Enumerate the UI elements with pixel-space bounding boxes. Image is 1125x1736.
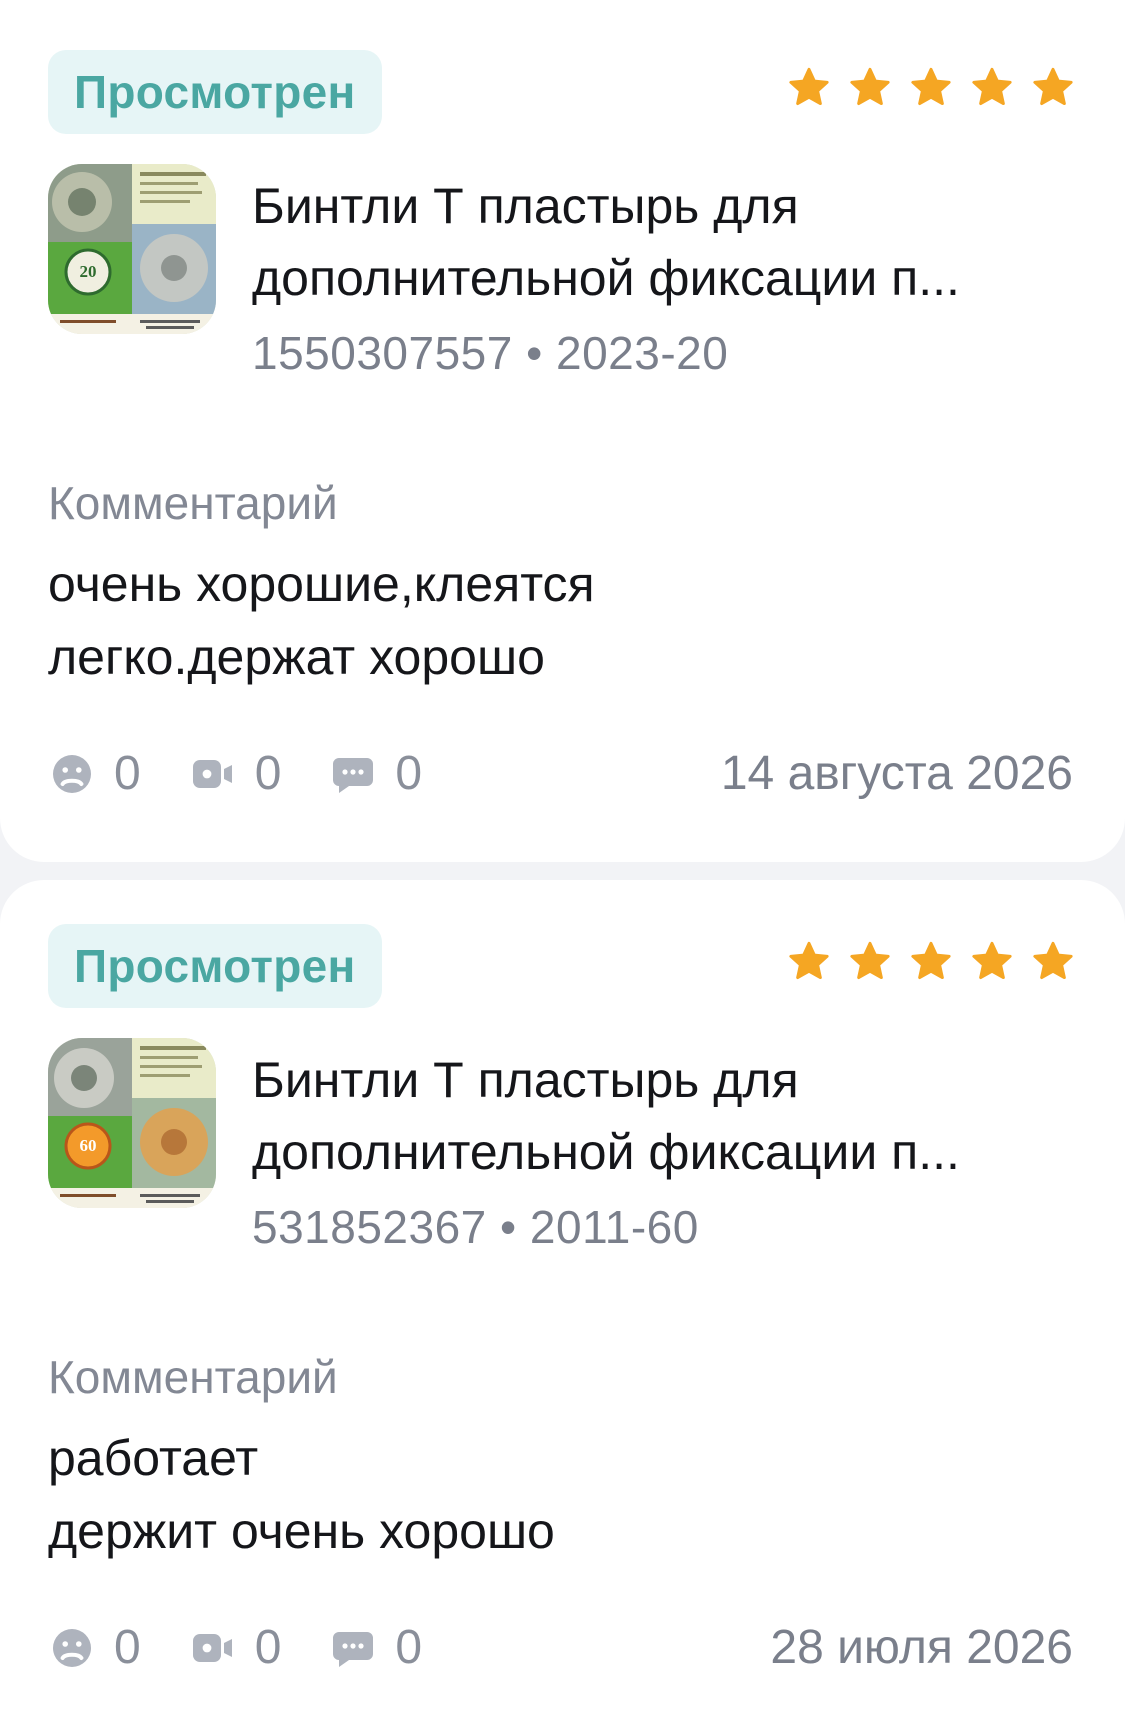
comment-line: очень хорошие,клеятся <box>48 556 595 612</box>
review-stats: 0 0 0 <box>48 746 470 801</box>
product-thumbnail[interactable]: 60 <box>48 1038 216 1208</box>
dislike-stat[interactable]: 0 <box>48 746 141 801</box>
product-title-line: дополнительной фиксации п... <box>252 1124 960 1180</box>
dislike-stat[interactable]: 0 <box>48 1620 141 1675</box>
photo-count: 0 <box>254 1621 282 1674</box>
review-card[interactable]: Просмотрен 20 Бинтли Т пластырь для допо… <box>0 0 1125 862</box>
comment-label: Комментарий <box>48 1351 338 1403</box>
status-badge: Просмотрен <box>48 50 382 134</box>
svg-text:60: 60 <box>80 1136 97 1155</box>
chat-bubble-icon <box>333 1631 374 1667</box>
comment-count: 0 <box>395 1621 423 1674</box>
product-image: 20 <box>48 164 216 334</box>
review-date: 28 июля 2026 <box>770 1621 1073 1674</box>
review-date: 14 августа 2026 <box>720 747 1073 800</box>
star-icon <box>911 941 951 980</box>
product-meta: 1550307557 • 2023-20 <box>252 327 729 379</box>
star-icon <box>972 941 1012 980</box>
camera-icon <box>192 759 232 788</box>
star-icon <box>911 67 951 106</box>
review-card[interactable]: Просмотрен 60 Бинтли Т пластырь для допо… <box>0 880 1125 1736</box>
product-title[interactable]: Бинтли Т пластырь для дополнительной фик… <box>252 1044 1082 1188</box>
star-icon <box>1033 941 1073 980</box>
star-icon <box>1033 67 1073 106</box>
comment-line: работает <box>48 1430 259 1486</box>
comment-text: очень хорошие,клеятся легко.держат хорош… <box>48 548 1048 694</box>
product-image: 60 <box>48 1038 216 1208</box>
product-title-line: Бинтли Т пластырь для <box>252 1052 799 1108</box>
camera-icon <box>192 1633 232 1662</box>
photo-count: 0 <box>254 747 282 800</box>
star-icon <box>789 941 829 980</box>
photo-stat[interactable]: 0 <box>189 1620 282 1675</box>
star-icon <box>789 67 829 106</box>
svg-text:20: 20 <box>80 262 97 281</box>
star-icon <box>850 67 890 106</box>
product-thumbnail[interactable]: 20 <box>48 164 216 334</box>
photo-stat[interactable]: 0 <box>189 746 282 801</box>
comment-count: 0 <box>395 747 423 800</box>
sad-face-icon <box>53 1628 91 1667</box>
star-icon <box>850 941 890 980</box>
comment-line: держит очень хорошо <box>48 1503 555 1559</box>
star-icon <box>972 67 1012 106</box>
status-badge: Просмотрен <box>48 924 382 1008</box>
comment-label: Комментарий <box>48 477 338 529</box>
comment-line: легко.держат хорошо <box>48 629 545 685</box>
sad-face-icon <box>53 754 91 793</box>
reviews-feed: Просмотрен 20 Бинтли Т пластырь для допо… <box>0 0 1125 1736</box>
star-rating <box>787 66 1075 110</box>
product-title-line: дополнительной фиксации п... <box>252 250 960 306</box>
chat-bubble-icon <box>333 757 374 793</box>
dislike-count: 0 <box>114 747 141 800</box>
review-stats: 0 0 0 <box>48 1620 470 1675</box>
product-meta: 531852367 • 2011-60 <box>252 1201 699 1253</box>
comment-text: работает держит очень хорошо <box>48 1422 1048 1568</box>
comment-stat[interactable]: 0 <box>329 746 422 801</box>
star-rating <box>787 940 1075 984</box>
product-title[interactable]: Бинтли Т пластырь для дополнительной фик… <box>252 170 1082 314</box>
comment-stat[interactable]: 0 <box>329 1620 422 1675</box>
product-title-line: Бинтли Т пластырь для <box>252 178 799 234</box>
dislike-count: 0 <box>114 1621 141 1674</box>
